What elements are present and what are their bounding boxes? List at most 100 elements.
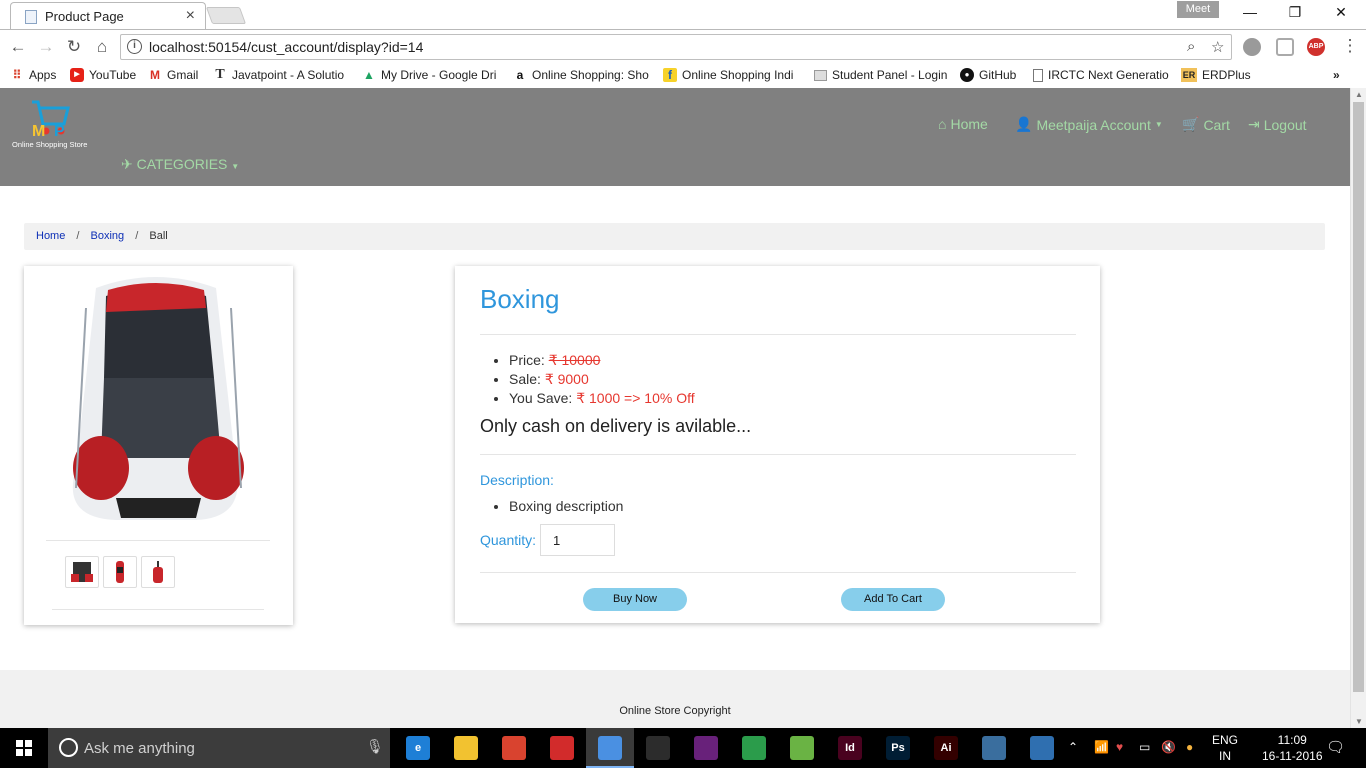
volume-muted-icon[interactable]: 🔇 [1161,740,1176,754]
visual-studio-icon[interactable] [694,736,718,760]
quantity-input[interactable] [540,524,615,556]
tab-close-icon[interactable]: × [186,7,195,25]
extension-box-icon[interactable] [1276,38,1294,56]
bookmark-apps[interactable]: ⠿ Apps [10,68,57,82]
more-bookmarks-icon[interactable]: » [1333,68,1340,82]
plane-icon: ✈ [121,156,133,172]
address-bar[interactable]: i localhost:50154/cust_account/display?i… [120,34,1232,60]
bookmark-youtube[interactable]: ▶ YouTube [70,68,136,82]
weather-icon[interactable]: ● [1186,740,1193,754]
description-label: Description: [480,472,554,488]
microphone-icon[interactable]: 🎙 [366,738,384,755]
bookmark-irctc[interactable]: IRCTC Next Generatio [1033,68,1169,82]
media-player-icon[interactable] [982,736,1006,760]
bookmark-google-drive[interactable]: ▲ My Drive - Google Dri [362,68,496,82]
system-clock[interactable]: 11:09 16-11-2016 [1262,732,1323,764]
cortana-icon [59,738,78,757]
bookmark-flipkart[interactable]: f Online Shopping Indi [663,68,793,82]
wifi-icon[interactable]: 📶 [1094,740,1109,754]
site-info-icon[interactable]: i [127,39,142,54]
store-icon[interactable] [646,736,670,760]
cortana-search-box[interactable]: Ask me anything [48,728,390,768]
extension-gray-icon[interactable] [1243,38,1261,56]
language-indicator[interactable]: ENG IN [1212,732,1238,764]
reader-icon[interactable] [550,736,574,760]
illustrator-icon[interactable]: Ai [934,736,958,760]
bookmark-star-icon[interactable]: ☆ [1211,38,1224,56]
thumbnail-3[interactable] [141,556,175,588]
sale-price: ₹ 9000 [544,371,589,387]
product-main-image[interactable] [46,268,268,526]
svg-text:M: M [32,123,45,140]
erdplus-icon: ER [1181,68,1197,82]
action-center-icon[interactable]: 🗨 [1326,738,1345,756]
site-footer: Online Store Copyright [0,670,1350,728]
amazon-icon: a [516,68,524,82]
back-icon[interactable]: ← [8,37,28,57]
bookmark-github[interactable]: ● GitHub [960,68,1016,82]
new-tab-button[interactable] [205,7,247,24]
windows-start-icon[interactable] [16,740,32,756]
nav-logout-link[interactable]: ⇥ Logout [1248,116,1307,133]
bookmark-amazon[interactable]: a Online Shopping: Sho [513,68,649,82]
breadcrumb-category[interactable]: Boxing [91,230,125,242]
chrome-icon[interactable] [598,736,622,760]
breadcrumb: Home / Boxing / Ball [24,223,1325,250]
reload-icon[interactable]: ↻ [64,37,84,57]
buy-now-button[interactable]: Buy Now [583,588,687,611]
store-logo[interactable]: M P Online Shopping Store [12,96,92,156]
zoom-search-icon[interactable]: ⌕ [1187,38,1195,55]
nav-cart-link[interactable]: 🛒 Cart [1182,116,1230,133]
ie-globe-icon[interactable] [742,736,766,760]
nav-account-dropdown[interactable]: 👤 Meetpaija Account ▼ [1015,116,1163,133]
health-monitor-icon[interactable]: ♥ [1116,740,1123,754]
scroll-up-icon[interactable]: ▲ [1355,90,1363,99]
original-price: ₹ 10000 [548,352,601,368]
apps-grid-icon: ⠿ [12,68,22,82]
edge-icon[interactable]: e [406,736,430,760]
scroll-down-icon[interactable]: ▼ [1355,717,1363,726]
bookmark-javatpoint[interactable]: T Javatpoint - A Solutio [213,67,344,83]
android-studio-icon[interactable] [790,736,814,760]
url-text[interactable]: localhost:50154/cust_account/display?id=… [149,39,423,55]
indesign-icon[interactable]: Id [838,736,862,760]
thumbnail-2[interactable] [103,556,137,588]
browser-toolbar: ← → ↻ ⌂ i localhost:50154/cust_account/d… [0,30,1366,64]
home-icon[interactable]: ⌂ [92,37,112,57]
site-navbar: M P Online Shopping Store ⌂ Home 👤 Meetp… [0,88,1350,186]
photoshop-icon[interactable]: Ps [886,736,910,760]
bookmark-erdplus[interactable]: ER ERDPlus [1181,68,1251,82]
menu-kebab-icon[interactable]: ⋮ [1340,36,1360,56]
bookmark-gmail[interactable]: M Gmail [148,68,198,82]
categories-dropdown[interactable]: ✈ CATEGORIES ▼ [121,156,239,173]
acrobat-icon[interactable] [502,736,526,760]
tab-title: Product Page [45,9,124,24]
caret-down-icon: ▼ [1154,120,1163,129]
savings-value: ₹ 1000 => 10% Off [576,390,695,406]
javatpoint-icon: T [215,67,225,82]
cortana-placeholder: Ask me anything [84,740,195,757]
product-image-card [24,266,293,625]
profile-chip[interactable]: Meet [1177,1,1219,18]
forward-icon[interactable]: → [36,37,56,57]
add-to-cart-button[interactable]: Add To Cart [841,588,945,611]
footer-copyright: Online Store Copyright [619,705,731,717]
restore-icon[interactable]: ❐ [1285,4,1305,21]
bookmark-student-panel[interactable]: Student Panel - Login [814,68,947,82]
browser-tab[interactable]: Product Page × [10,2,206,30]
close-window-icon[interactable]: ✕ [1331,4,1351,21]
savings-row: You Save: ₹ 1000 => 10% Off [509,389,695,408]
file-explorer-icon[interactable] [454,736,478,760]
show-hidden-icons[interactable]: ⌃ [1068,740,1078,754]
description-list: Boxing description [509,498,623,514]
page-scrollbar[interactable]: ▲ ▼ [1350,88,1366,728]
battery-icon[interactable]: ▭ [1139,740,1150,754]
minimize-icon[interactable]: — [1240,4,1260,20]
photos-icon[interactable] [1030,736,1054,760]
quantity-label: Quantity: [480,532,537,548]
thumbnail-1[interactable] [65,556,99,588]
scroll-thumb[interactable] [1353,102,1364,692]
breadcrumb-home[interactable]: Home [36,230,65,242]
nav-home-link[interactable]: ⌂ Home [938,116,988,132]
adblock-plus-icon[interactable]: ABP [1307,38,1325,56]
